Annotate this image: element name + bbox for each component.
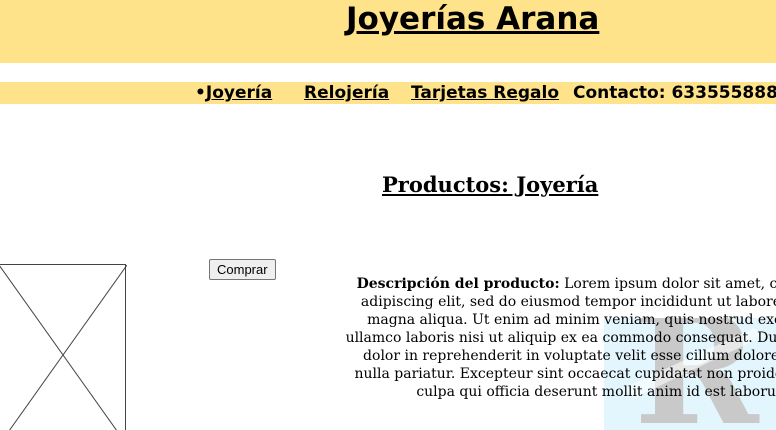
description-label: Descripción del producto: (356, 276, 560, 292)
description-area: Descripción del producto: Lorem ipsum do… (0, 0, 776, 430)
description-text: Lorem ipsum dolor sit amet, consectetur … (345, 276, 776, 400)
product-description: Descripción del producto: Lorem ipsum do… (345, 275, 776, 401)
